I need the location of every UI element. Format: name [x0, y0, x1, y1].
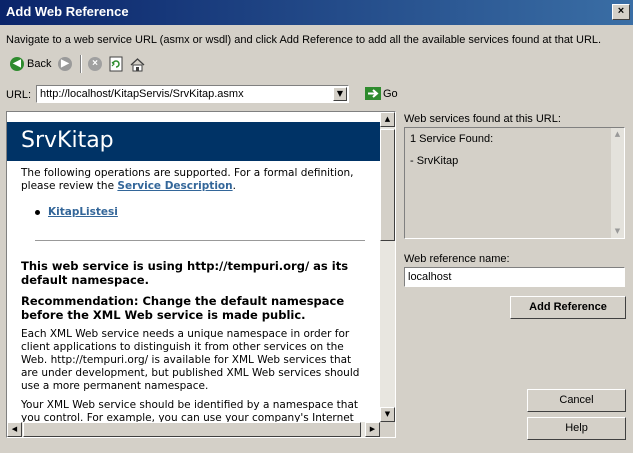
- url-value: http://localhost/KitapServis/SrvKitap.as…: [40, 88, 244, 100]
- go-button[interactable]: Go: [365, 87, 398, 100]
- services-scroll-up-icon[interactable]: ▲: [611, 128, 624, 141]
- instruction-text: Navigate to a web service URL (asmx or w…: [6, 34, 602, 46]
- services-found-label: Web services found at this URL:: [404, 113, 561, 125]
- triangle-down-icon: ▼: [384, 410, 391, 418]
- browser-pane[interactable]: SrvKitap The following operations are su…: [6, 111, 396, 438]
- help-label: Help: [565, 422, 588, 434]
- namespace-heading: This web service is using http://tempuri…: [21, 259, 349, 287]
- scroll-up-button[interactable]: ▲: [380, 112, 395, 127]
- reference-name-input[interactable]: localhost: [404, 267, 625, 287]
- home-button[interactable]: [130, 55, 145, 73]
- operation-item: KitapListesi: [35, 206, 118, 218]
- triangle-up-icon: ▲: [384, 115, 391, 123]
- home-icon: [130, 57, 145, 71]
- scroll-right-button[interactable]: ▶: [365, 422, 380, 437]
- chevron-down-icon: ▼: [336, 89, 344, 98]
- scrollbar-corner: [380, 422, 395, 437]
- back-button[interactable]: ◀ Back: [10, 55, 51, 73]
- close-icon: ×: [617, 5, 625, 17]
- horizontal-scrollbar[interactable]: ◀ ▶: [7, 422, 380, 437]
- go-label: Go: [383, 87, 398, 100]
- reference-name-label: Web reference name:: [404, 253, 510, 265]
- scroll-down-button[interactable]: ▼: [380, 407, 395, 422]
- service-list-item: - SrvKitap: [410, 155, 459, 167]
- service-count: 1 Service Found:: [410, 133, 494, 145]
- stop-icon: ×: [88, 57, 102, 71]
- vertical-scroll-thumb[interactable]: [380, 129, 395, 241]
- service-page: SrvKitap The following operations are su…: [7, 112, 380, 422]
- operations-intro: The following operations are supported. …: [21, 167, 371, 193]
- services-scrollbar[interactable]: ▲ ▼: [611, 128, 624, 238]
- horizontal-scroll-thumb[interactable]: [23, 422, 361, 437]
- services-found-list[interactable]: 1 Service Found: - SrvKitap ▲ ▼: [404, 127, 625, 239]
- operation-link-kitaplistesi[interactable]: KitapListesi: [48, 206, 118, 218]
- service-title: SrvKitap: [21, 128, 114, 153]
- service-banner: SrvKitap: [7, 122, 380, 161]
- triangle-left-icon: ◀: [11, 425, 18, 433]
- forward-button[interactable]: ▶: [58, 55, 72, 73]
- reference-name-value: localhost: [408, 271, 452, 283]
- window-title: Add Web Reference: [6, 4, 129, 19]
- url-label: URL:: [6, 89, 32, 101]
- add-reference-button[interactable]: Add Reference: [510, 296, 626, 319]
- triangle-right-icon: ▶: [369, 425, 376, 433]
- services-scroll-down-icon[interactable]: ▼: [611, 225, 624, 238]
- cancel-button[interactable]: Cancel: [527, 389, 626, 412]
- service-description-link[interactable]: Service Description: [117, 180, 232, 192]
- vertical-scrollbar[interactable]: ▲ ▼: [380, 112, 395, 422]
- back-label: Back: [27, 58, 52, 70]
- go-arrow-icon: [365, 87, 381, 100]
- toolbar-separator: [80, 55, 82, 73]
- back-arrow-icon: ◀: [10, 57, 24, 71]
- help-button[interactable]: Help: [527, 417, 626, 440]
- url-input[interactable]: http://localhost/KitapServis/SrvKitap.as…: [36, 85, 349, 103]
- divider: [35, 240, 365, 241]
- refresh-icon: [109, 56, 123, 72]
- recommendation-heading: Recommendation: Change the default names…: [21, 294, 345, 322]
- close-button[interactable]: ×: [612, 4, 630, 20]
- refresh-button[interactable]: [109, 55, 123, 73]
- title-bar: Add Web Reference ×: [0, 0, 633, 25]
- add-reference-label: Add Reference: [529, 301, 607, 313]
- forward-arrow-icon: ▶: [58, 57, 72, 71]
- scroll-left-button[interactable]: ◀: [7, 422, 22, 437]
- namespace-paragraph-2: Your XML Web service should be identifie…: [21, 399, 358, 422]
- operations-intro-end: .: [232, 180, 236, 192]
- namespace-paragraph-1: Each XML Web service needs a unique name…: [21, 328, 360, 392]
- cancel-label: Cancel: [559, 394, 594, 406]
- bullet-icon: [35, 209, 40, 215]
- url-dropdown-button[interactable]: ▼: [333, 87, 347, 101]
- stop-button[interactable]: ×: [88, 55, 102, 73]
